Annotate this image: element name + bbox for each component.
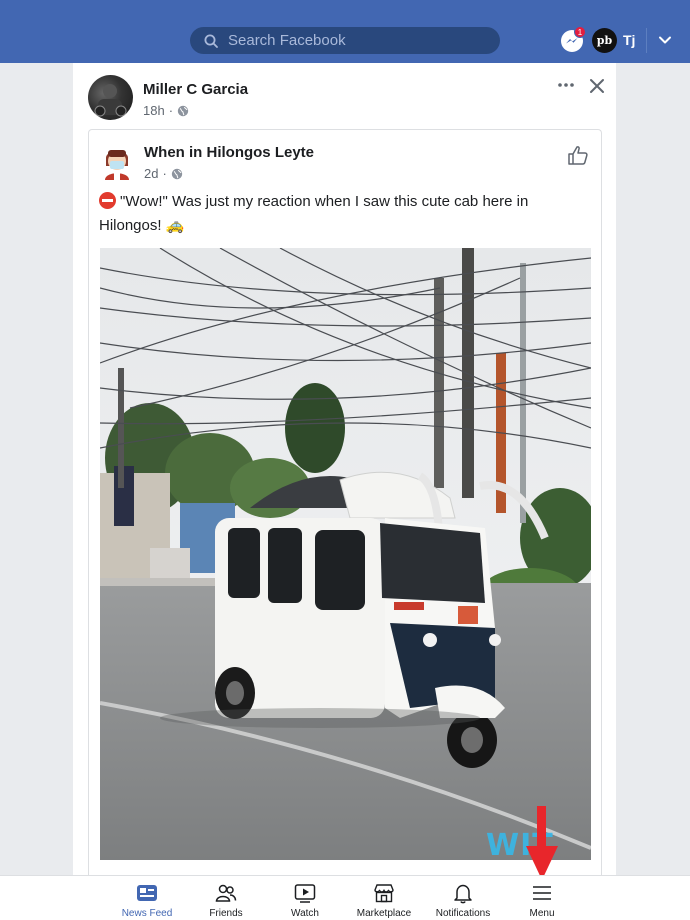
hamburger-icon xyxy=(533,886,551,900)
post-time[interactable]: 18h xyxy=(143,103,165,118)
globe-icon xyxy=(177,105,189,116)
nav-label: Watch xyxy=(291,908,319,919)
top-bar: Search Facebook 1 pb Tj xyxy=(0,0,690,63)
post-author-name[interactable]: Miller C Garcia xyxy=(143,81,248,98)
nav-label: Menu xyxy=(529,908,555,919)
nav-friends[interactable]: Friends xyxy=(186,876,266,920)
nav-notifications[interactable]: Notifications xyxy=(423,876,503,920)
watch-icon xyxy=(294,884,316,903)
nav-label: Notifications xyxy=(435,908,491,919)
separator-dot: · xyxy=(168,103,174,118)
post-text: "Wow!" Was just my reaction when I saw t… xyxy=(99,190,569,238)
red-arrow-annotation xyxy=(526,806,558,880)
shared-post-meta: 2d · xyxy=(144,166,183,181)
post-photo[interactable] xyxy=(100,248,591,860)
nav-label: Friends xyxy=(209,908,243,919)
news-feed-icon xyxy=(137,885,157,901)
search-icon xyxy=(204,34,218,48)
author-avatar[interactable] xyxy=(88,75,133,120)
nav-menu[interactable]: Menu xyxy=(502,876,582,920)
post-card: Miller C Garcia 18h · When in Hilongos L… xyxy=(73,63,616,875)
page-avatar[interactable] xyxy=(101,144,133,180)
divider xyxy=(646,28,647,53)
post-text-body: "Wow!" Was just my reaction when I saw t… xyxy=(99,193,529,234)
search-placeholder: Search Facebook xyxy=(228,32,346,49)
post-meta: 18h · xyxy=(143,103,189,118)
shared-post: When in Hilongos Leyte 2d · "Wow!" Was j… xyxy=(88,129,602,875)
author-photo xyxy=(94,84,127,117)
nav-label: News Feed xyxy=(121,908,173,919)
nav-watch[interactable]: Watch xyxy=(265,876,345,920)
close-icon[interactable] xyxy=(588,77,606,95)
avatar[interactable]: pb xyxy=(592,28,617,53)
friends-icon xyxy=(215,884,237,902)
more-options-icon[interactable] xyxy=(557,78,575,92)
shared-post-time[interactable]: 2d xyxy=(144,166,158,181)
stop-sign-emoji xyxy=(99,192,116,209)
bell-icon xyxy=(454,884,472,904)
page-name[interactable]: When in Hilongos Leyte xyxy=(144,144,314,161)
globe-icon xyxy=(171,168,183,179)
nav-news-feed[interactable]: News Feed xyxy=(107,876,187,920)
search-input[interactable]: Search Facebook xyxy=(190,27,500,54)
like-page-icon[interactable] xyxy=(567,144,589,166)
chevron-down-icon[interactable] xyxy=(657,32,673,48)
nav-marketplace[interactable]: Marketplace xyxy=(344,876,424,920)
messenger-badge: 1 xyxy=(574,26,586,38)
nav-label: Marketplace xyxy=(356,908,412,919)
bottom-nav: News Feed Friends Watch Marketplace Noti… xyxy=(0,875,690,920)
separator-dot: · xyxy=(162,166,167,181)
marketplace-icon xyxy=(374,884,394,903)
tricycle-cab-photo xyxy=(100,248,591,860)
user-name[interactable]: Tj xyxy=(623,32,635,48)
